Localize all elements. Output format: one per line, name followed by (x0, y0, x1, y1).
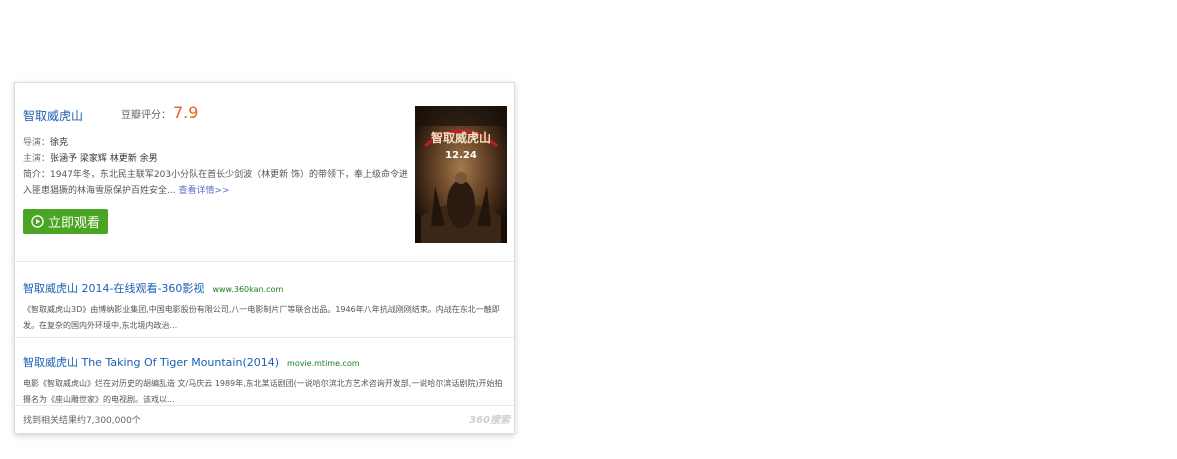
movie-result-card: 智取威虎山 豆瓣评分： 7.9 导演：徐克 主演：张涵予 梁家辉 林更新 余男 简… (14, 82, 515, 434)
watch-now-label: 立即观看 (47, 216, 100, 231)
result-description: 电影《智取威虎山》烂在对历史的胡编乱造 文/马庆云 1989年,东北某话剧团(一… (23, 379, 503, 404)
divider (15, 337, 514, 338)
synopsis: 简介：1947年冬，东北民主联军203小分队在首长少剑波（林更新 饰）的带领下，… (23, 167, 413, 199)
result-title-link[interactable]: 智取威虎山 The Taking Of Tiger Mountain(2014) (23, 356, 279, 369)
poster-image: 智取威虎山 12.24 (415, 106, 507, 243)
360-search-logo: 360搜索 (469, 415, 510, 426)
rating-label: 豆瓣评分： (121, 110, 171, 121)
search-result-1: 智取威虎山 2014-在线观看-360影视 www.360kan.com 《智取威… (23, 277, 503, 334)
divider (15, 261, 514, 262)
result-url[interactable]: movie.mtime.com (287, 359, 360, 368)
movie-title-link[interactable]: 智取威虎山 (23, 107, 83, 124)
result-description: 《智取威虎山3D》由博纳影业集团,中国电影股份有限公司,八一电影制片厂等联合出品… (23, 305, 500, 330)
rating-score: 7.9 (173, 103, 199, 122)
poster-title: 智取威虎山 (430, 130, 491, 145)
cast-names: 张涵予 梁家辉 林更新 余男 (50, 154, 158, 164)
cast-label: 主演： (23, 154, 51, 164)
result-url[interactable]: www.360kan.com (212, 285, 283, 294)
director-line: 导演：徐克 (23, 135, 68, 148)
see-details-link[interactable]: 查看详情>> (178, 186, 229, 196)
play-circle-icon (31, 215, 44, 228)
search-result-2: 智取威虎山 The Taking Of Tiger Mountain(2014)… (23, 351, 503, 408)
watch-now-button[interactable]: 立即观看 (23, 209, 108, 234)
director-label: 导演： (23, 138, 51, 148)
poster-date: 12.24 (445, 150, 477, 161)
cast-line: 主演：张涵予 梁家辉 林更新 余男 (23, 151, 158, 164)
director-name: 徐克 (50, 138, 69, 148)
result-count: 找到相关结果约7,300,000个 (23, 416, 141, 426)
movie-info-section: 智取威虎山 豆瓣评分： 7.9 导演：徐克 主演：张涵予 梁家辉 林更新 余男 简… (15, 83, 514, 261)
divider (15, 405, 514, 406)
movie-poster[interactable]: 智取威虎山 12.24 (415, 106, 507, 243)
result-title-link[interactable]: 智取威虎山 2014-在线观看-360影视 (23, 282, 204, 295)
synopsis-label: 简介： (23, 170, 51, 180)
douban-rating: 豆瓣评分： 7.9 (121, 103, 198, 122)
